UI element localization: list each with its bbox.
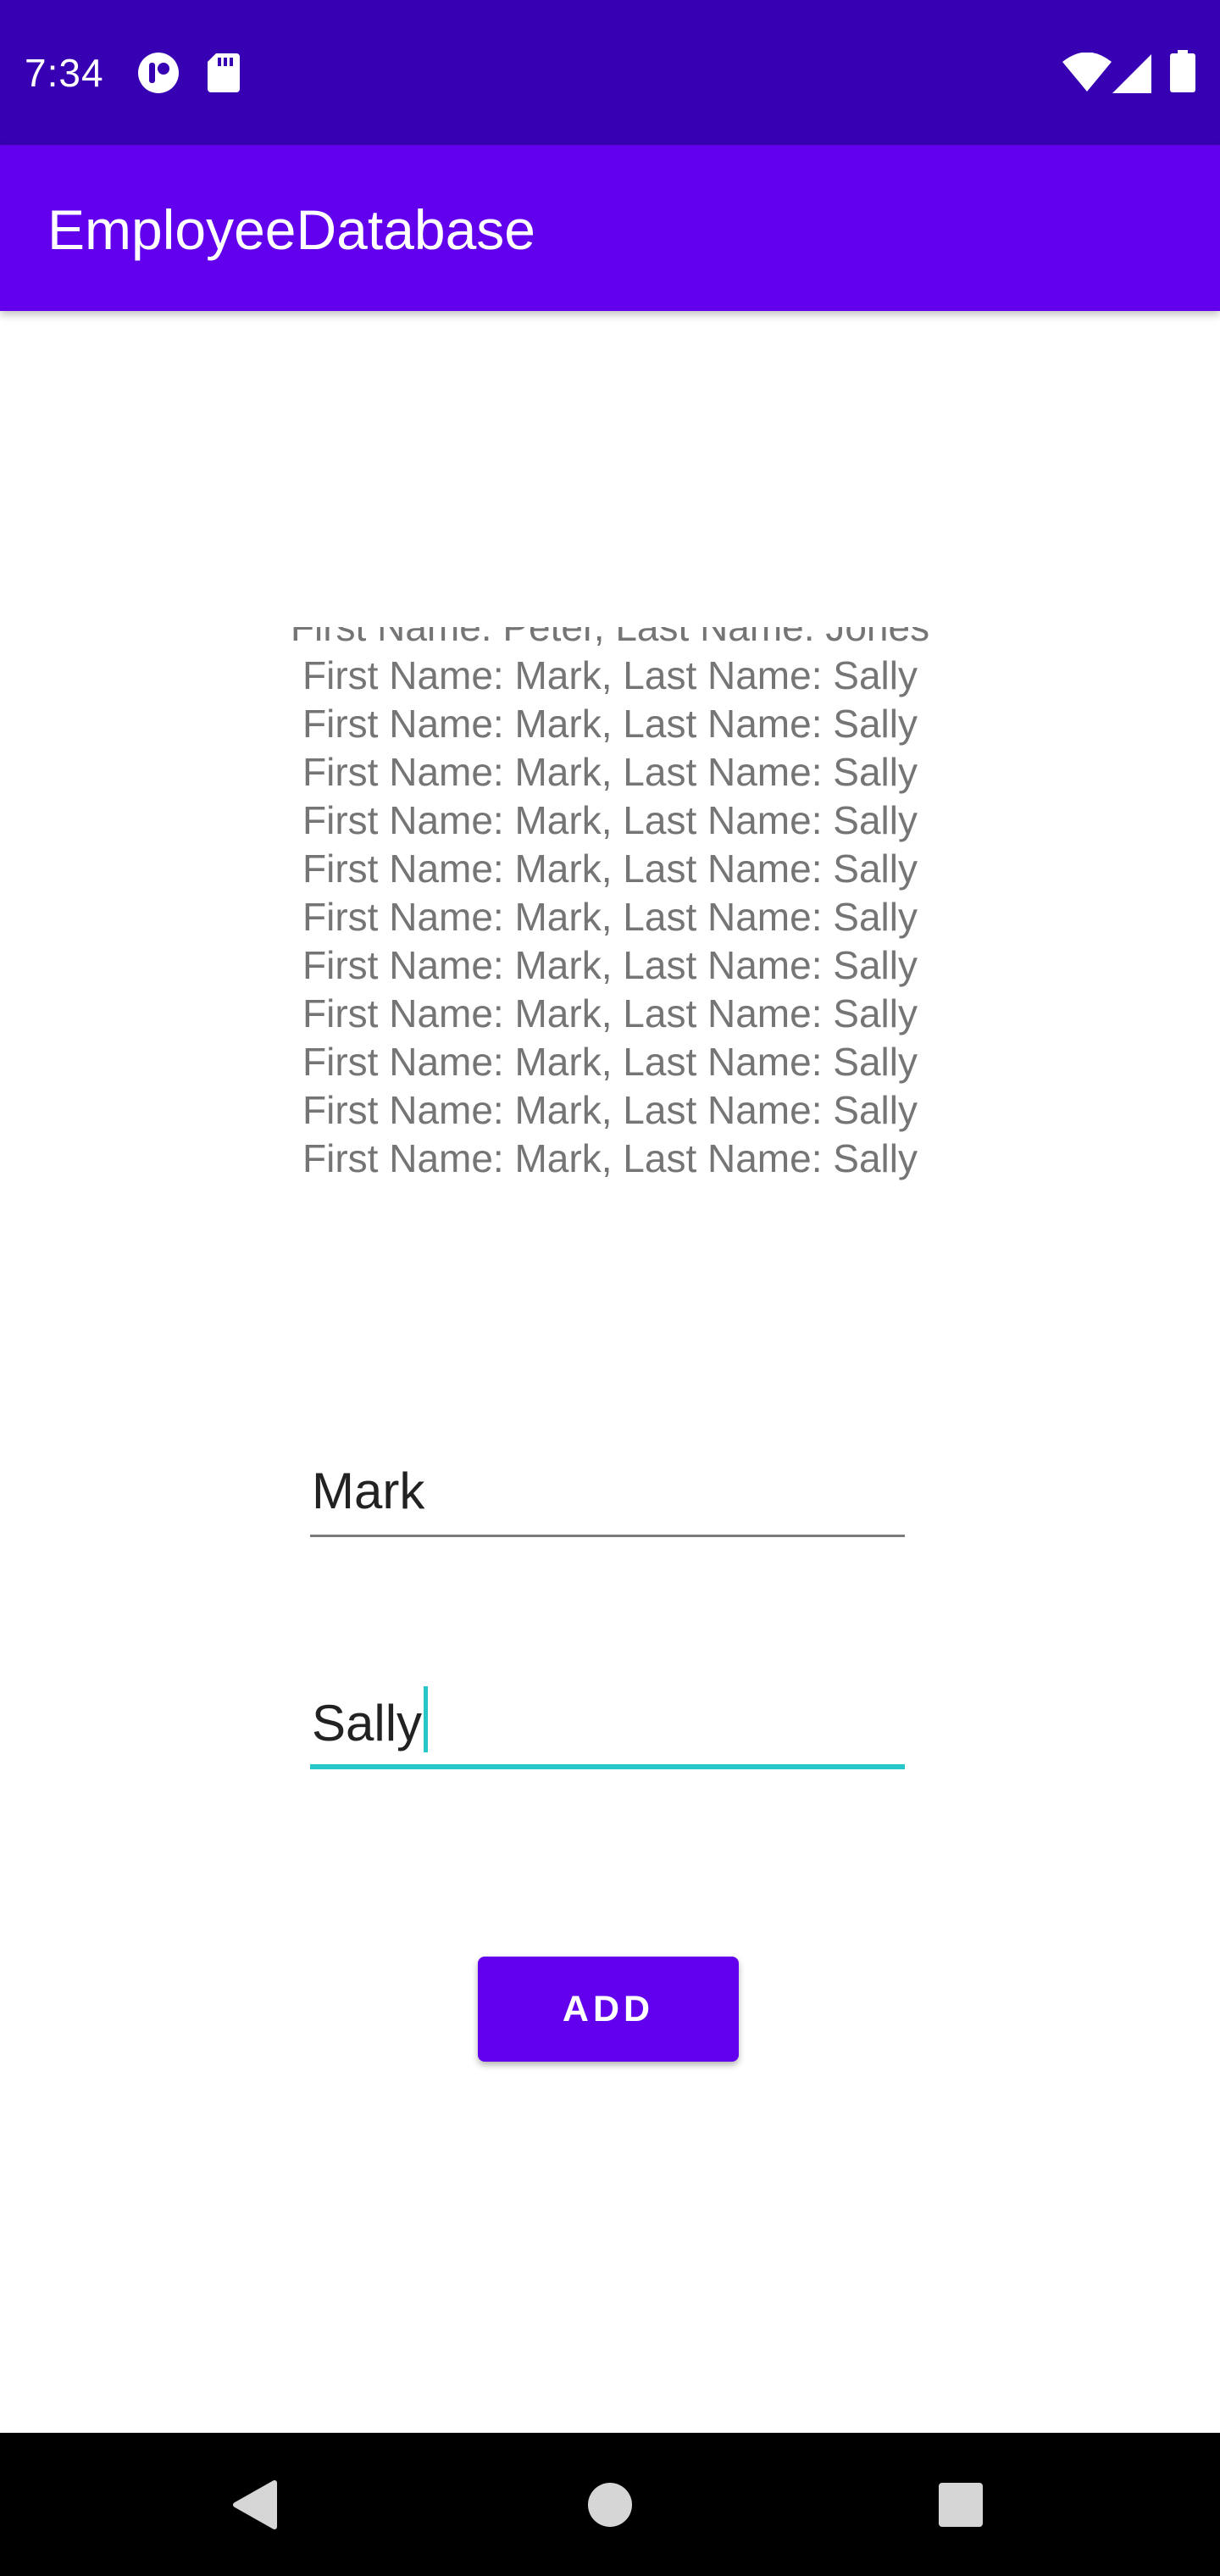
home-button[interactable] [525,2433,695,2576]
list-item: First Name: Mark, Last Name: Sally [302,847,918,891]
wifi-icon [1062,52,1112,96]
home-icon [588,2482,632,2527]
back-button[interactable] [169,2433,339,2576]
employee-list[interactable]: First Name: Peter, Last Name: Jones Firs… [186,627,1034,1186]
list-item: First Name: Mark, Last Name: Sally [302,991,918,1035]
list-item: First Name: Mark, Last Name: Sally [302,1136,918,1180]
first-name-value: Mark [312,1463,425,1519]
list-item: First Name: Mark, Last Name: Sally [302,943,918,987]
recents-icon [939,2482,983,2527]
back-icon [233,2479,277,2529]
list-item: First Name: Mark, Last Name: Sally [302,702,918,746]
list-item-partial: First Name: Peter, Last Name: Jones [290,627,930,649]
list-item: First Name: Mark, Last Name: Sally [302,895,918,939]
last-name-underline [310,1764,905,1769]
first-name-field[interactable]: Mark [310,1452,905,1537]
screen: 7:34 EmployeeDatabase First Name: Peter,… [0,0,1220,2576]
list-item: First Name: Mark, Last Name: Sally [302,1088,918,1132]
notification-app-icon [137,52,180,98]
last-name-field[interactable]: Sally [310,1685,905,1769]
app-bar: EmployeeDatabase [0,145,1220,311]
cellular-signal-icon [1112,54,1151,97]
status-time: 7:34 [25,51,104,95]
first-name-underline [310,1535,905,1537]
list-item: First Name: Mark, Last Name: Sally [302,798,918,842]
list-item: First Name: Mark, Last Name: Sally [302,1040,918,1084]
add-button[interactable]: ADD [478,1957,739,2062]
last-name-value: Sally [312,1695,423,1752]
navigation-bar [0,2433,1220,2576]
battery-icon [1170,50,1195,97]
sd-card-icon [208,53,240,97]
list-item: First Name: Mark, Last Name: Sally [302,653,918,697]
app-title: EmployeeDatabase [47,198,536,261]
status-bar: 7:34 [0,0,1220,145]
recents-button[interactable] [876,2433,1045,2576]
list-item: First Name: Mark, Last Name: Sally [302,750,918,794]
text-cursor [424,1686,429,1752]
